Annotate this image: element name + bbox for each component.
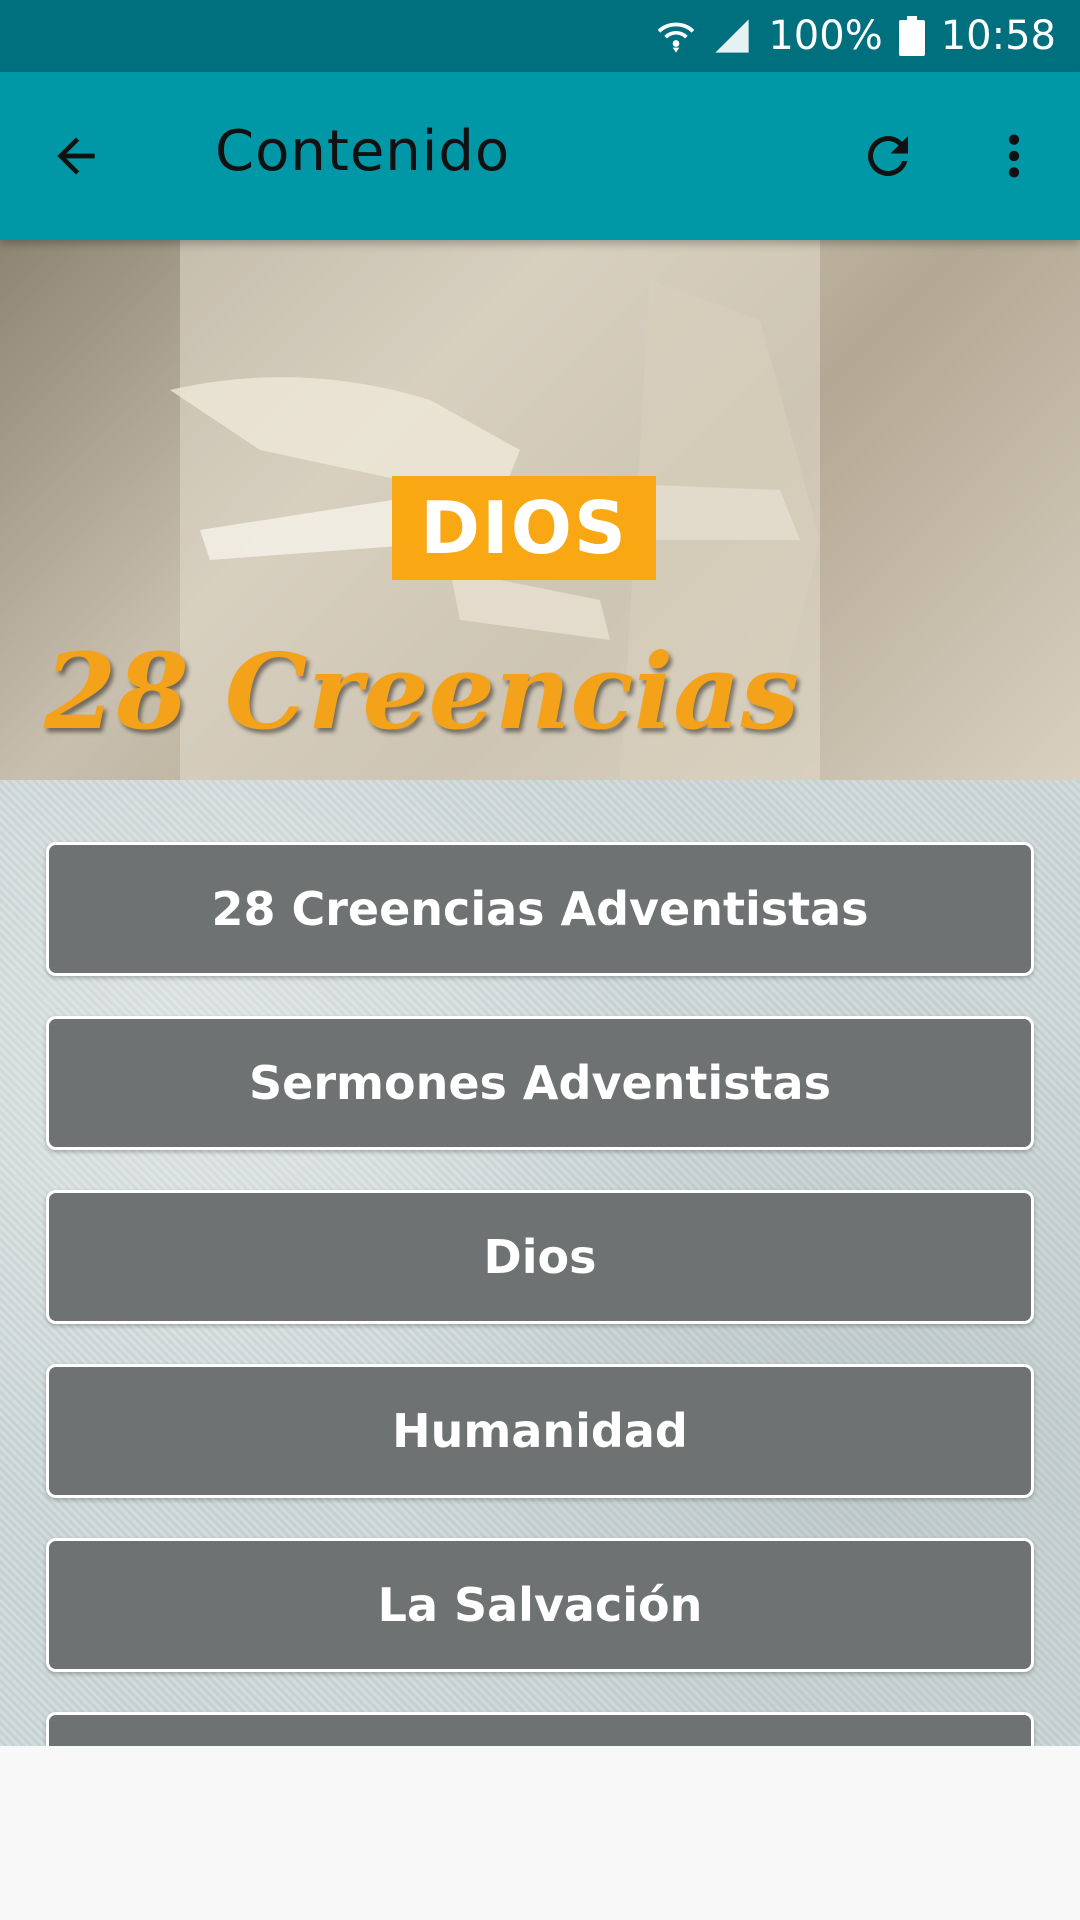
menu-button-humanidad[interactable]: Humanidad [46, 1364, 1034, 1498]
status-bar: 100% 10:58 [0, 0, 1080, 72]
refresh-icon [867, 136, 908, 176]
menu-button-salvacion[interactable]: La Salvación [46, 1538, 1034, 1672]
creencias-logo: 28 Creencias [44, 630, 800, 753]
battery-percent: 100% [768, 13, 883, 59]
menu-button-sermones[interactable]: Sermones Adventistas [46, 1016, 1034, 1150]
signal-icon [712, 16, 752, 56]
menu-button-28-creencias[interactable]: 28 Creencias Adventistas [46, 842, 1034, 976]
more-vertical-icon [1008, 134, 1020, 178]
dios-badge: DIOS [392, 476, 656, 580]
clock: 10:58 [940, 13, 1056, 59]
menu-button-partial[interactable] [46, 1712, 1034, 1746]
more-options-button[interactable] [974, 116, 1054, 196]
header-banner-image: DIOS 28 Creencias [0, 240, 1080, 780]
menu-button-dios[interactable]: Dios [46, 1190, 1034, 1324]
page-title: Contenido [215, 119, 511, 184]
back-button[interactable] [36, 116, 116, 196]
arrow-left-icon [57, 137, 95, 175]
app-bar: Contenido [0, 72, 1080, 240]
bottom-blank-area [0, 1746, 1080, 1920]
battery-icon [898, 16, 925, 56]
refresh-button[interactable] [848, 116, 928, 196]
menu-list[interactable]: 28 Creencias Adventistas Sermones Advent… [0, 780, 1080, 1746]
wifi-icon [656, 16, 696, 56]
